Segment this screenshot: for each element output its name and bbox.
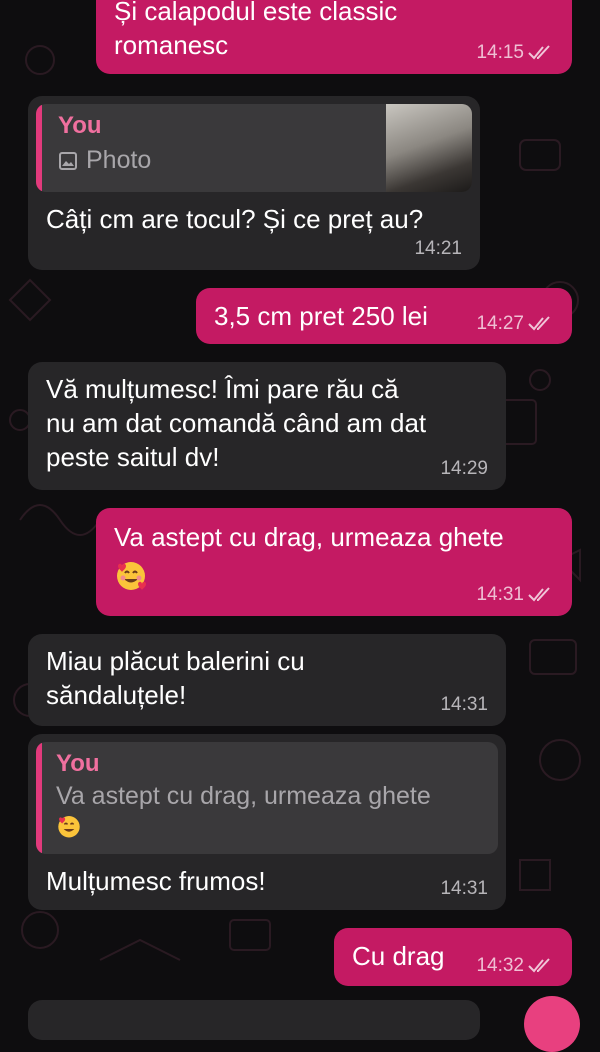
message-meta: 14:31: [476, 584, 554, 606]
photo-thumbnail[interactable]: [386, 104, 472, 192]
message-bubble-incoming[interactable]: Miau plăcut balerini cu săndaluțele! 14:…: [28, 634, 506, 726]
reply-accent-bar: [36, 742, 42, 854]
reply-author: You: [56, 750, 100, 777]
smiling-face-with-hearts-emoji: [58, 816, 80, 838]
smiling-face-with-hearts-emoji: [117, 562, 146, 590]
message-text: Miau plăcut balerini cu săndaluțele!: [46, 646, 305, 710]
message-bubble-outgoing[interactable]: Va astept cu drag, urmeaza ghete 14:31: [96, 508, 572, 616]
message-time: 14:27: [476, 313, 524, 334]
message-time: 14:32: [476, 955, 524, 976]
scroll-down-button[interactable]: [524, 996, 580, 1052]
message-time: 14:21: [414, 238, 462, 259]
reply-quote[interactable]: You Photo: [36, 104, 472, 192]
reply-accent-bar: [36, 104, 42, 192]
reply-quote[interactable]: You Va astept cu drag, urmeaza ghete: [36, 742, 498, 854]
message-time: 14:31: [440, 878, 488, 899]
message-time: 14:31: [476, 584, 524, 605]
message-time: 14:15: [476, 42, 524, 63]
message-bubble-incoming[interactable]: You Va astept cu drag, urmeaza ghete Mul…: [28, 734, 506, 910]
message-meta: 14:27: [476, 313, 554, 335]
message-time: 14:31: [440, 694, 488, 715]
message-meta: 14:15: [476, 42, 554, 64]
message-bubble-outgoing[interactable]: 3,5 cm pret 250 lei 14:27: [196, 288, 572, 344]
reply-label: Photo: [86, 146, 152, 174]
message-text: Mulțumesc frumos!: [46, 866, 266, 896]
message-meta: 14:31: [440, 694, 488, 716]
message-text: Va astept cu drag, urmeaza ghete: [114, 522, 504, 552]
message-list[interactable]: Și calapodul este classic romanesc 14:15…: [0, 0, 600, 1052]
read-receipt-icon: [528, 45, 550, 60]
message-meta: 14:29: [440, 458, 488, 480]
message-meta: 14:21: [414, 238, 462, 260]
message-bubble-incoming[interactable]: Vă mulțumesc! Îmi pare rău că nu am dat …: [28, 362, 506, 490]
message-bubble-incoming[interactable]: You Photo Câți cm are tocul? Și ce preț …: [28, 96, 480, 270]
reply-preview: Va astept cu drag, urmeaza ghete: [56, 782, 431, 810]
read-receipt-icon: [528, 958, 550, 973]
message-meta: 14:31: [440, 878, 488, 900]
message-text: Câți cm are tocul? Și ce preț au?: [46, 204, 424, 234]
read-receipt-icon: [528, 587, 550, 602]
message-bubble-outgoing[interactable]: Și calapodul este classic romanesc 14:15: [96, 0, 572, 74]
message-bubble-outgoing[interactable]: Cu drag 14:32: [334, 928, 572, 986]
image-icon: [59, 151, 77, 170]
message-meta: 14:32: [476, 955, 554, 977]
message-bubble-incoming-partial[interactable]: [28, 1000, 480, 1040]
message-time: 14:29: [440, 458, 488, 479]
message-text: Vă mulțumesc! Îmi pare rău că nu am dat …: [46, 374, 427, 472]
read-receipt-icon: [528, 316, 550, 331]
